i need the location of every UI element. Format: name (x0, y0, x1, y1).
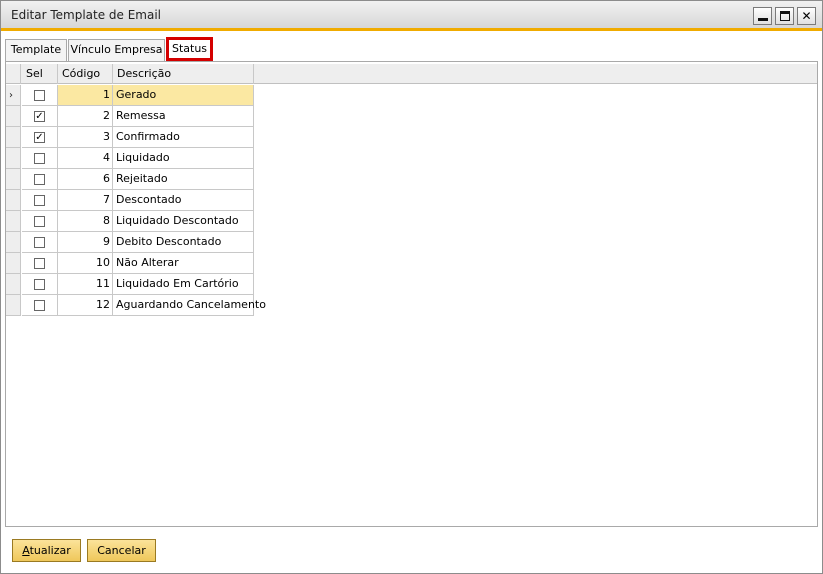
maximize-icon (780, 11, 790, 21)
sel-cell (22, 148, 58, 169)
current-row-icon: › (9, 90, 13, 101)
descricao-cell: Não Alterar (113, 253, 254, 274)
codigo-cell: 10 (58, 253, 113, 274)
sel-checkbox[interactable] (34, 174, 45, 185)
codigo-cell: 2 (58, 106, 113, 127)
maximize-button[interactable] (775, 7, 794, 25)
row-selector[interactable] (6, 211, 21, 232)
table-row[interactable]: 9 Debito Descontado (6, 232, 254, 253)
close-icon: ✕ (801, 9, 812, 23)
descricao-cell: Liquidado Descontado (113, 211, 254, 232)
table-row[interactable]: 10 Não Alterar (6, 253, 254, 274)
row-selector[interactable] (6, 127, 21, 148)
column-header-codigo[interactable]: Código (58, 64, 113, 84)
close-button[interactable]: ✕ (797, 7, 816, 25)
row-selector[interactable] (6, 169, 21, 190)
row-selector[interactable] (6, 106, 21, 127)
sel-checkbox[interactable] (34, 216, 45, 227)
codigo-cell: 6 (58, 169, 113, 190)
window-title: Editar Template de Email (11, 8, 162, 22)
table-row[interactable]: ✓ 3 Confirmado (6, 127, 254, 148)
codigo-cell: 9 (58, 232, 113, 253)
sel-checkbox[interactable] (34, 258, 45, 269)
sel-cell (22, 253, 58, 274)
update-label: tualizar (29, 544, 71, 557)
title-bar[interactable]: Editar Template de Email ✕ (1, 1, 822, 31)
cancel-button[interactable]: Cancelar (87, 539, 156, 562)
sel-cell (22, 295, 58, 316)
tab-vinculo-empresa[interactable]: Vínculo Empresa (68, 39, 165, 61)
grid-header: Sel Código Descrição (6, 64, 817, 84)
table-row[interactable]: 6 Rejeitado (6, 169, 254, 190)
update-accelerator: A (22, 544, 30, 557)
row-selector[interactable] (6, 295, 21, 316)
sel-checkbox[interactable] (34, 237, 45, 248)
descricao-cell: Confirmado (113, 127, 254, 148)
sel-checkbox[interactable] (34, 300, 45, 311)
descricao-cell: Rejeitado (113, 169, 254, 190)
sel-cell: ✓ (22, 127, 58, 148)
descricao-cell: Descontado (113, 190, 254, 211)
sel-cell (22, 85, 58, 106)
row-selector[interactable]: › (6, 85, 21, 106)
table-row[interactable]: 8 Liquidado Descontado (6, 211, 254, 232)
sel-cell (22, 274, 58, 295)
column-header-sel[interactable]: Sel (22, 64, 58, 84)
descricao-cell: Liquidado Em Cartório (113, 274, 254, 295)
sel-cell (22, 169, 58, 190)
codigo-cell: 8 (58, 211, 113, 232)
table-row[interactable]: 12 Aguardando Cancelamento (6, 295, 266, 316)
descricao-cell: Liquidado (113, 148, 254, 169)
table-row[interactable]: ✓ 2 Remessa (6, 106, 254, 127)
sel-cell: ✓ (22, 106, 58, 127)
status-tab-panel: Sel Código Descrição › 1 Gerado ✓ 2 Remessa ✓ 3… (5, 61, 818, 527)
codigo-cell: 12 (58, 295, 113, 316)
sel-checkbox[interactable] (34, 153, 45, 164)
codigo-cell: 3 (58, 127, 113, 148)
codigo-cell: 4 (58, 148, 113, 169)
table-row[interactable]: 4 Liquidado (6, 148, 254, 169)
table-row[interactable]: › 1 Gerado (6, 85, 254, 106)
sel-checkbox[interactable] (34, 195, 45, 206)
descricao-cell: Gerado (113, 85, 254, 106)
row-selector[interactable] (6, 190, 21, 211)
sel-checkbox[interactable] (34, 90, 45, 101)
sel-checkbox[interactable]: ✓ (34, 111, 45, 122)
table-row[interactable]: 11 Liquidado Em Cartório (6, 274, 254, 295)
minimize-icon (758, 18, 768, 21)
edit-email-template-window: Editar Template de Email ✕ Template Vínc… (0, 0, 823, 574)
table-row[interactable]: 7 Descontado (6, 190, 254, 211)
codigo-cell: 11 (58, 274, 113, 295)
sel-checkbox[interactable] (34, 279, 45, 290)
column-header-descricao[interactable]: Descrição (113, 64, 254, 84)
sel-cell (22, 190, 58, 211)
row-header-corner (6, 64, 21, 84)
update-button[interactable]: Atualizar (12, 539, 81, 562)
tab-template[interactable]: Template (5, 39, 67, 61)
sel-checkbox[interactable]: ✓ (34, 132, 45, 143)
sel-cell (22, 232, 58, 253)
sel-cell (22, 211, 58, 232)
minimize-button[interactable] (753, 7, 772, 25)
row-selector[interactable] (6, 253, 21, 274)
descricao-cell: Aguardando Cancelamento (113, 295, 266, 316)
descricao-cell: Remessa (113, 106, 254, 127)
row-selector[interactable] (6, 274, 21, 295)
codigo-cell: 7 (58, 190, 113, 211)
row-selector[interactable] (6, 148, 21, 169)
codigo-cell: 1 (58, 85, 113, 106)
descricao-cell: Debito Descontado (113, 232, 254, 253)
row-selector[interactable] (6, 232, 21, 253)
tab-status[interactable]: Status (166, 37, 213, 61)
